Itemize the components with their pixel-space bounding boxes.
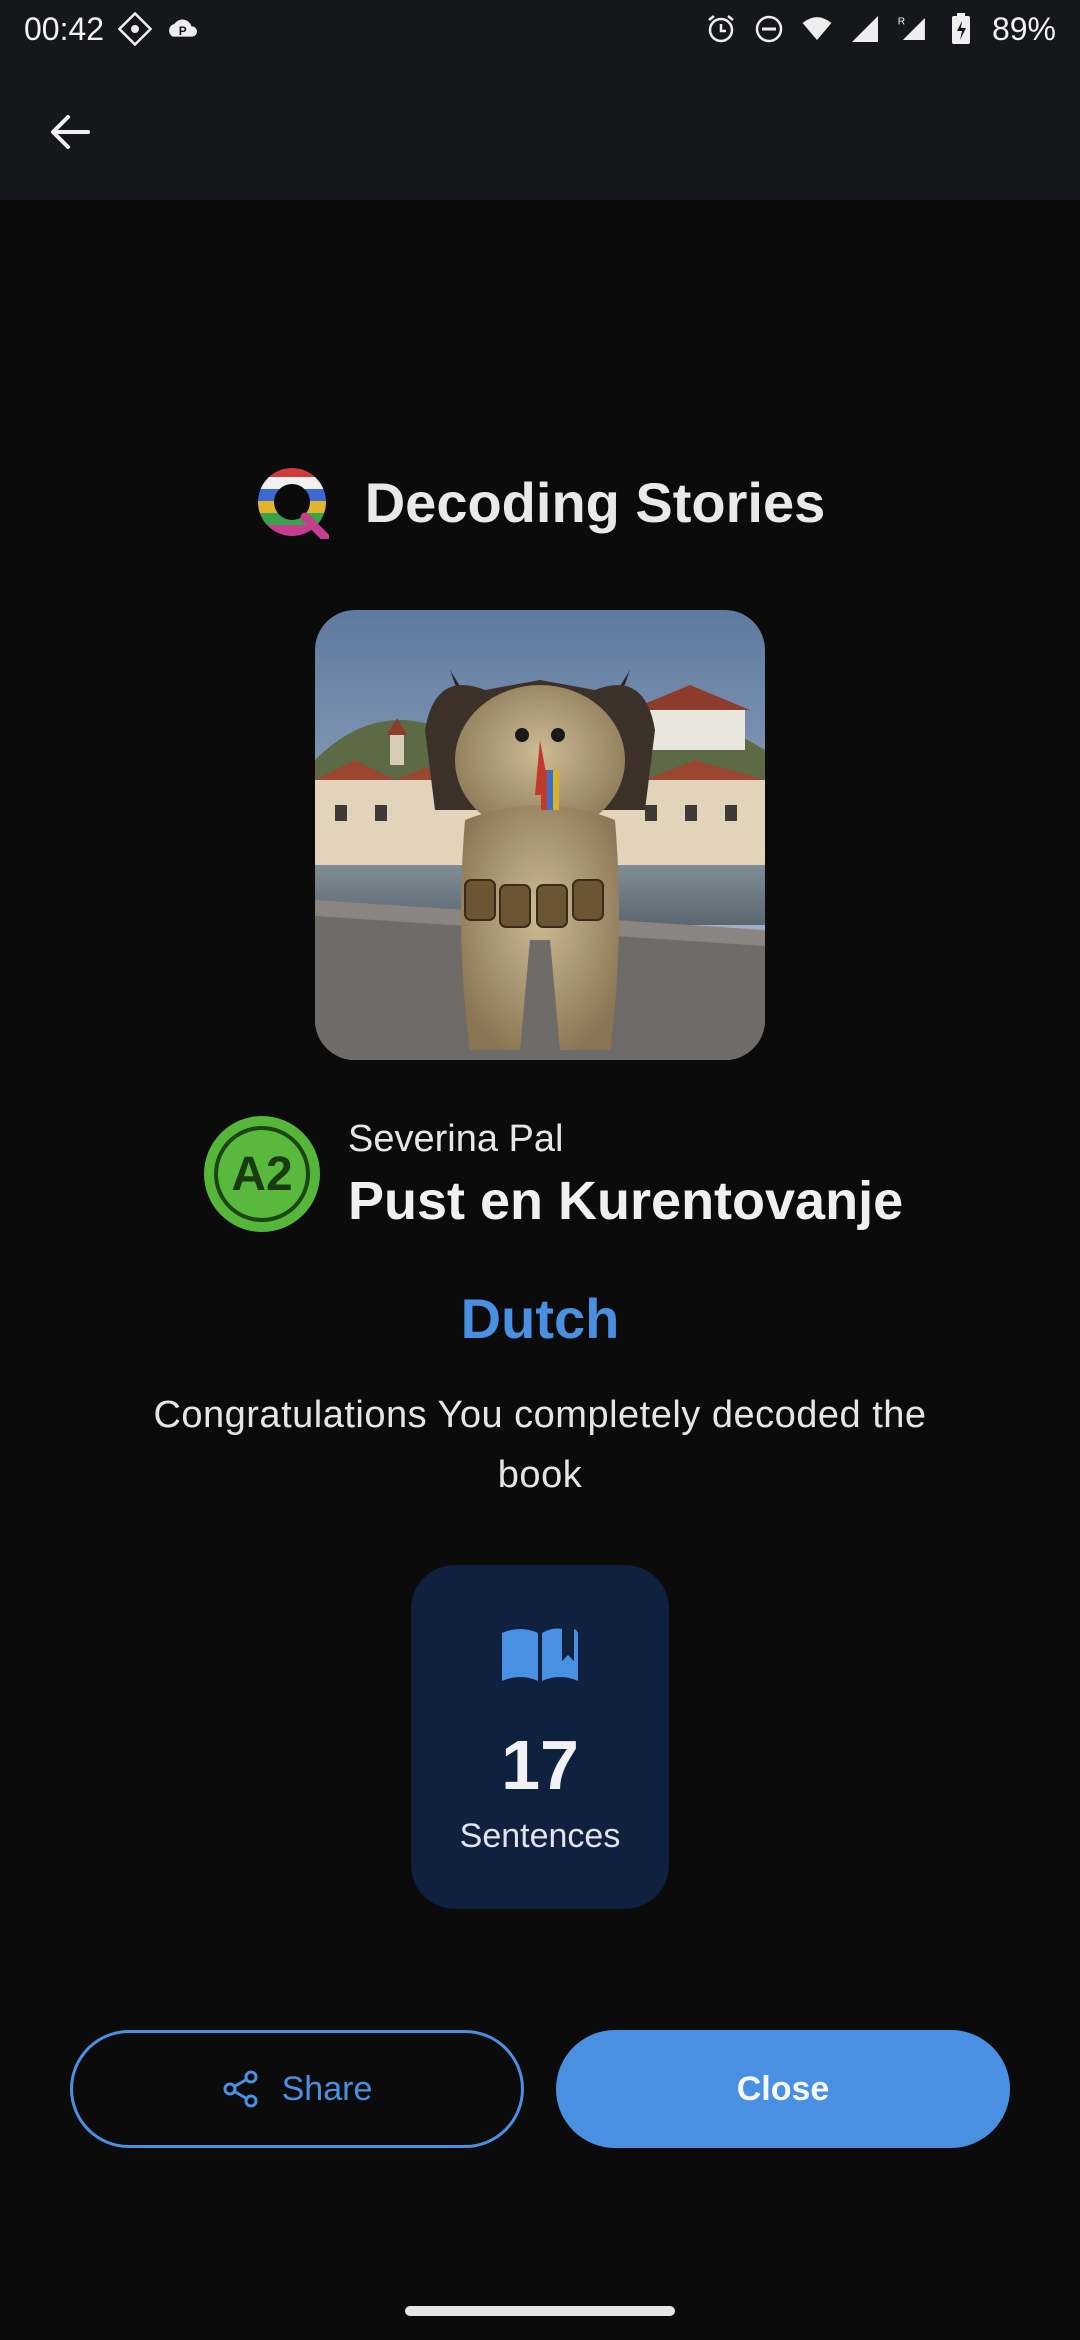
share-label: Share (281, 2069, 373, 2108)
level-label: A2 (231, 1148, 292, 1201)
congratulations-message: Congratulations You completely decoded t… (153, 1394, 927, 1496)
book-author: Severina Pal (348, 1118, 564, 1160)
alarm-icon (704, 12, 738, 46)
share-icon (223, 2070, 258, 2108)
sentences-stat-card: 17 Sentences (411, 1565, 669, 1909)
svg-text:P: P (179, 24, 187, 38)
status-left: 00:42 P (24, 11, 200, 48)
book-language: Dutch (460, 1287, 620, 1350)
signal-icon (848, 12, 882, 46)
open-book-icon (502, 1628, 578, 1681)
book-title: Pust en Kurentovanje (348, 1171, 904, 1231)
level-badge-icon: A2 (204, 1116, 320, 1232)
status-bar: 00:42 P R 89% (0, 0, 1080, 58)
battery-icon (944, 12, 978, 46)
sentences-label: Sentences (459, 1817, 621, 1855)
arrow-left-icon (51, 115, 90, 149)
book-cover-image (315, 610, 765, 1060)
grid-icon (118, 12, 153, 46)
battery-percent: 89% (991, 10, 1056, 47)
status-time: 00:42 (24, 10, 105, 47)
app-bar (0, 58, 1080, 200)
sentences-count: 17 (501, 1726, 579, 1804)
parking-cloud-icon: P (166, 12, 200, 46)
app-title: Decoding Stories (364, 470, 826, 534)
book-info: A2 Severina Pal Pust en Kurentovanje (200, 1112, 920, 1244)
close-button[interactable]: Close (556, 2030, 1010, 2148)
svg-text:R: R (898, 17, 905, 28)
dnd-icon (752, 12, 786, 46)
home-indicator[interactable] (405, 2306, 675, 2316)
signal-roaming-icon: R (896, 12, 930, 46)
wifi-icon (800, 12, 834, 46)
back-button[interactable] (34, 96, 106, 168)
close-label: Close (736, 2069, 830, 2108)
screen: 00:42 P R 89% Decoding Stories A2 Severi… (0, 0, 1080, 2340)
app-logo-icon (257, 468, 329, 539)
share-button[interactable]: Share (70, 2030, 524, 2148)
brand-header: Decoding Stories (0, 462, 1080, 542)
status-right: R 89% (704, 11, 1056, 48)
